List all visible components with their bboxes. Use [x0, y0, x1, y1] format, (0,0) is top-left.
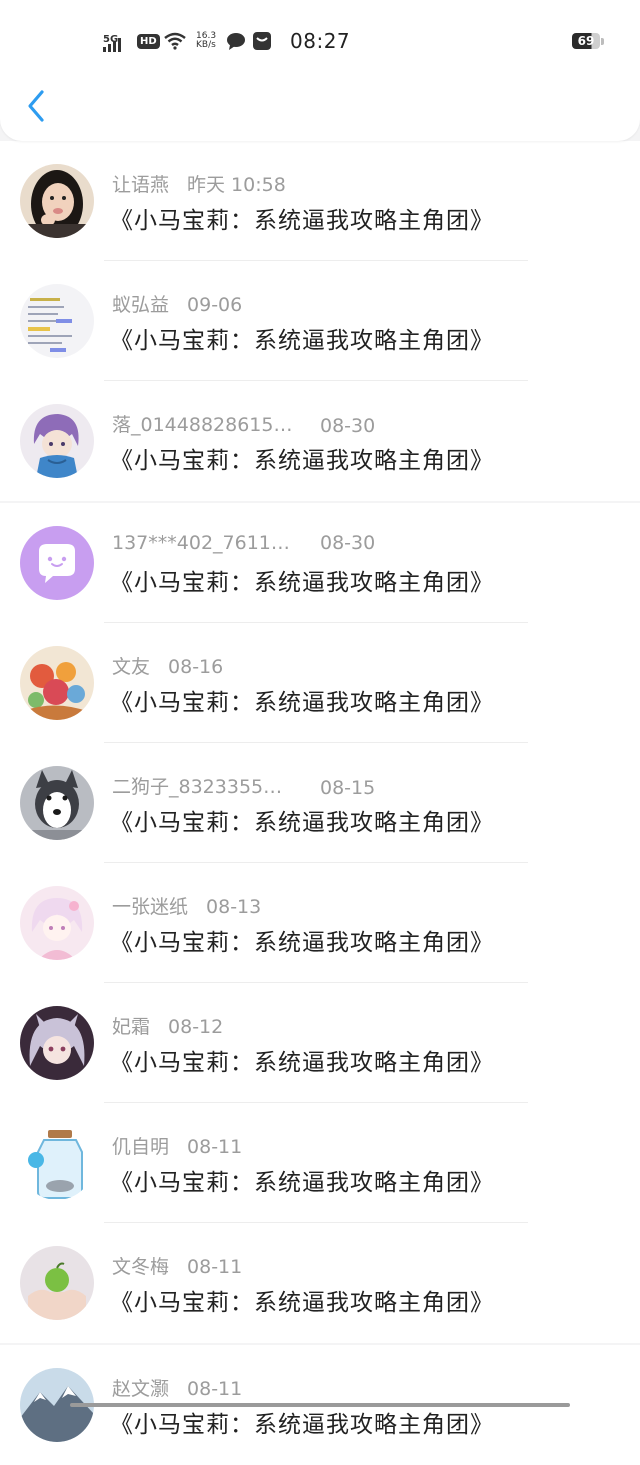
comment-date: 08-30	[320, 415, 376, 437]
list-item[interactable]: 妃霜 08-12 《小马宝莉：系统逼我攻略主角团》	[0, 983, 640, 1103]
comment-list: 让语燕 昨天 10:58 《小马宝莉：系统逼我攻略主角团》 蚁弘益 09-06 《小…	[0, 141, 640, 1465]
status-time: 08:27	[290, 29, 351, 53]
username[interactable]: 蚁弘益	[112, 294, 169, 316]
status-bar: 5G HD 16.3 KB/s 08:27 69	[0, 26, 640, 56]
chat-notification-icon	[226, 26, 246, 56]
avatar[interactable]	[20, 1246, 94, 1320]
avatar[interactable]	[20, 526, 94, 600]
comment-meta: 一张迷纸 08-13	[112, 892, 261, 919]
avatar[interactable]	[20, 766, 94, 840]
username[interactable]: 赵文灏	[112, 1378, 169, 1400]
comment-date: 08-15	[320, 777, 376, 799]
comment-meta: 文冬梅 08-11	[112, 1252, 242, 1279]
comment-date: 09-06	[187, 294, 243, 316]
list-item[interactable]: 文冬梅 08-11 《小马宝莉：系统逼我攻略主角团》	[0, 1223, 640, 1343]
comment-date: 08-11	[187, 1136, 243, 1158]
comment-date: 08-11	[187, 1378, 243, 1400]
comment-text: 《小马宝莉：系统逼我攻略主角团》	[110, 328, 494, 354]
comment-text: 《小马宝莉：系统逼我攻略主角团》	[110, 448, 494, 474]
network-speed: 16.3 KB/s	[196, 31, 217, 50]
avatar[interactable]	[20, 404, 94, 478]
back-button[interactable]	[18, 84, 54, 128]
username[interactable]: 137***402_7611…	[112, 532, 304, 554]
home-indicator[interactable]	[70, 1403, 570, 1407]
list-item[interactable]: 二狗子_8323355… 08-15 《小马宝莉：系统逼我攻略主角团》	[0, 743, 640, 863]
list-item[interactable]: 一张迷纸 08-13 《小马宝莉：系统逼我攻略主角团》	[0, 863, 640, 983]
comment-text: 《小马宝莉：系统逼我攻略主角团》	[110, 1290, 494, 1316]
comment-date: 08-16	[168, 656, 224, 678]
cellular-signal-icon: 5G	[103, 28, 131, 58]
username[interactable]: 妃霜	[112, 1016, 150, 1038]
comment-meta: 让语燕 昨天 10:58	[112, 170, 286, 197]
comment-text: 《小马宝莉：系统逼我攻略主角团》	[110, 690, 494, 716]
comment-text: 《小马宝莉：系统逼我攻略主角团》	[110, 1050, 494, 1076]
comment-text: 《小马宝莉：系统逼我攻略主角团》	[110, 208, 494, 234]
hd-icon: HD	[137, 26, 160, 56]
list-item[interactable]: 落_01448828615… 08-30 《小马宝莉：系统逼我攻略主角团》	[0, 381, 640, 501]
comment-meta: 妃霜 08-12	[112, 1012, 223, 1039]
message-notification-icon	[253, 26, 271, 56]
comment-meta: 赵文灏 08-11	[112, 1374, 242, 1401]
comment-date: 昨天 10:58	[187, 174, 286, 196]
avatar[interactable]	[20, 1006, 94, 1080]
comment-date: 08-12	[168, 1016, 224, 1038]
battery-icon: 69	[572, 26, 604, 56]
wifi-icon	[164, 26, 186, 56]
comment-meta: 蚁弘益 09-06	[112, 290, 242, 317]
comment-date: 08-30	[320, 532, 376, 554]
comment-text: 《小马宝莉：系统逼我攻略主角团》	[110, 1170, 494, 1196]
username[interactable]: 一张迷纸	[112, 896, 188, 918]
list-item[interactable]: 让语燕 昨天 10:58 《小马宝莉：系统逼我攻略主角团》	[0, 141, 640, 261]
comment-meta: 文友 08-16	[112, 652, 223, 679]
header: 5G HD 16.3 KB/s 08:27 69	[0, 0, 640, 141]
comment-date: 08-13	[206, 896, 262, 918]
comment-meta: 二狗子_8323355… 08-15	[112, 772, 375, 799]
comment-meta: 落_01448828615… 08-30	[112, 410, 375, 437]
username[interactable]: 仉自明	[112, 1136, 169, 1158]
comment-text: 《小马宝莉：系统逼我攻略主角团》	[110, 1412, 494, 1438]
avatar[interactable]	[20, 284, 94, 358]
list-item[interactable]: 仉自明 08-11 《小马宝莉：系统逼我攻略主角团》	[0, 1103, 640, 1223]
comment-meta: 137***402_7611… 08-30	[112, 532, 375, 554]
avatar[interactable]	[20, 1126, 94, 1200]
avatar[interactable]	[20, 886, 94, 960]
username[interactable]: 文友	[112, 656, 150, 678]
list-item[interactable]: 蚁弘益 09-06 《小马宝莉：系统逼我攻略主角团》	[0, 261, 640, 381]
username[interactable]: 让语燕	[112, 174, 169, 196]
username[interactable]: 落_01448828615…	[112, 410, 304, 437]
list-item[interactable]: 137***402_7611… 08-30 《小马宝莉：系统逼我攻略主角团》	[0, 503, 640, 623]
comment-text: 《小马宝莉：系统逼我攻略主角团》	[110, 570, 494, 596]
username[interactable]: 文冬梅	[112, 1256, 169, 1278]
comment-date: 08-11	[187, 1256, 243, 1278]
comment-text: 《小马宝莉：系统逼我攻略主角团》	[110, 810, 494, 836]
chevron-left-icon	[28, 90, 44, 122]
comment-meta: 仉自明 08-11	[112, 1132, 242, 1159]
username[interactable]: 二狗子_8323355…	[112, 772, 304, 799]
avatar[interactable]	[20, 646, 94, 720]
avatar[interactable]	[20, 164, 94, 238]
comment-text: 《小马宝莉：系统逼我攻略主角团》	[110, 930, 494, 956]
battery-level: 69	[572, 33, 600, 49]
list-item[interactable]: 文友 08-16 《小马宝莉：系统逼我攻略主角团》	[0, 623, 640, 743]
